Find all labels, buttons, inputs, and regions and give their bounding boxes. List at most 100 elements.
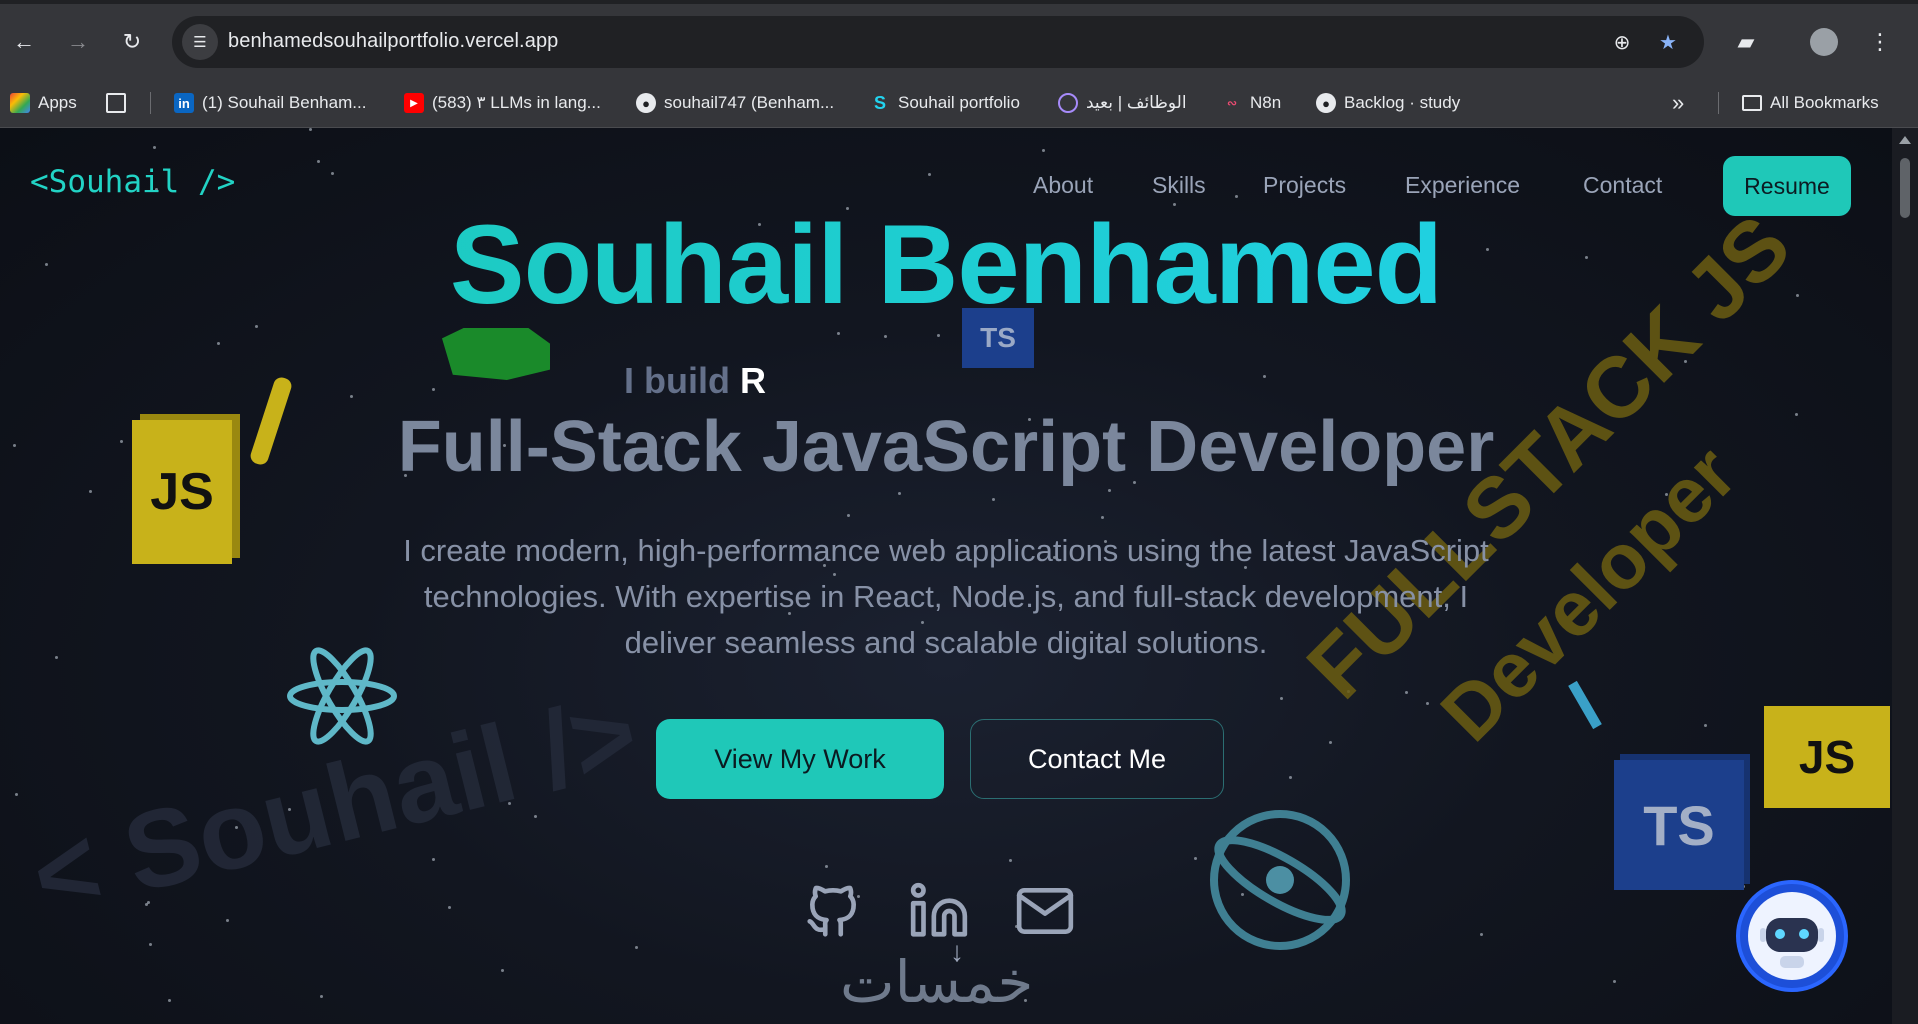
linkedin-icon: in — [174, 93, 194, 113]
tab-strip-edge — [0, 0, 1918, 4]
star-dot — [1280, 697, 1283, 700]
all-bookmarks-folder[interactable]: All Bookmarks — [1742, 92, 1879, 114]
reload-icon[interactable]: ↻ — [116, 26, 148, 58]
orbit-sphere-icon — [1210, 810, 1350, 950]
page-scrollbar[interactable] — [1892, 128, 1918, 1024]
star-dot — [1101, 516, 1104, 519]
nav-experience[interactable]: Experience — [1405, 172, 1520, 199]
bookmark-label: Backlog · study — [1344, 93, 1461, 112]
star-dot — [898, 492, 901, 495]
zoom-icon[interactable]: ⊕ — [1606, 26, 1638, 58]
url-text[interactable]: benhamedsouhailportfolio.vercel.app — [228, 30, 558, 53]
s-logo-icon: S — [873, 92, 886, 113]
star-dot — [1042, 149, 1045, 152]
bookmark-youtube[interactable]: ▶ (583) ٣ LLMs in lang... — [404, 92, 601, 114]
typing-char: R — [740, 360, 766, 401]
github-icon: ● — [636, 93, 656, 113]
react-atom-icon — [287, 647, 397, 745]
contact-me-button[interactable]: Contact Me — [970, 719, 1224, 799]
bookmark-grid[interactable] — [106, 92, 126, 114]
star-dot — [317, 160, 320, 163]
portfolio-page: < Souhail /> FULLSTACK JS Developer JS T… — [0, 128, 1892, 1024]
hero-bio: I create modern, high-performance web ap… — [403, 533, 1489, 660]
star-dot — [432, 388, 435, 391]
bookmark-linkedin[interactable]: in (1) Souhail Benham... — [174, 92, 366, 114]
js-label: JS — [1798, 731, 1856, 783]
typing-prefix: I build — [624, 360, 730, 401]
star-dot — [937, 334, 940, 337]
bookmark-label: Apps — [38, 93, 77, 112]
bookmark-label: All Bookmarks — [1770, 93, 1879, 112]
bookmark-label: الوظائف | بعيد — [1086, 93, 1187, 112]
nav-about[interactable]: About — [1033, 172, 1093, 199]
site-logo[interactable]: <Souhail /> — [30, 164, 235, 200]
star-dot — [168, 999, 171, 1002]
menu-kebab-icon[interactable]: ⋮ — [1864, 26, 1896, 58]
github-icon: ● — [1316, 93, 1336, 113]
hero-role: Full-Stack JavaScript Developer — [397, 407, 1495, 487]
chatbot-button[interactable] — [1736, 880, 1848, 992]
star-dot — [1405, 691, 1408, 694]
bookmark-apps[interactable]: Apps — [10, 92, 77, 114]
address-bar[interactable]: ☰ benhamedsouhailportfolio.vercel.app ⊕ … — [172, 16, 1704, 68]
ts-cube-bottom: TS — [1614, 760, 1744, 890]
github-icon[interactable] — [802, 880, 864, 942]
mail-icon[interactable] — [1014, 880, 1076, 942]
star-dot — [1235, 195, 1238, 198]
nav-contact[interactable]: Contact — [1583, 172, 1662, 199]
browser-toolbar: ← → ↻ ☰ benhamedsouhailportfolio.vercel.… — [0, 0, 1918, 84]
star-dot — [331, 172, 334, 175]
profile-avatar[interactable] — [1808, 26, 1840, 58]
star-dot — [226, 919, 229, 922]
bookmark-n8n[interactable]: ∾ N8n — [1222, 92, 1281, 114]
star-dot — [217, 342, 220, 345]
bookmark-label: Souhail portfolio — [898, 93, 1020, 112]
star-dot — [55, 656, 58, 659]
view-my-work-button[interactable]: View My Work — [656, 719, 944, 799]
bookmark-portfolio[interactable]: S Souhail portfolio — [870, 92, 1020, 114]
scrollbar-thumb[interactable] — [1900, 158, 1910, 218]
grid-icon — [106, 93, 126, 113]
robot-icon — [1748, 892, 1836, 980]
star-dot — [1194, 857, 1197, 860]
nav-skills[interactable]: Skills — [1152, 172, 1206, 199]
star-dot — [992, 498, 995, 501]
star-dot — [635, 946, 638, 949]
youtube-icon: ▶ — [404, 93, 424, 113]
bookmark-jobs[interactable]: الوظائف | بعيد — [1058, 92, 1187, 114]
star-dot — [89, 490, 92, 493]
scroll-up-arrow-icon[interactable] — [1899, 136, 1911, 144]
star-dot — [1263, 375, 1266, 378]
bookmark-separator — [150, 92, 151, 114]
star-dot — [884, 335, 887, 338]
star-dot — [320, 995, 323, 998]
bookmark-backlog[interactable]: ● Backlog · study — [1316, 92, 1460, 114]
green-hexagon-decor — [442, 328, 550, 380]
n8n-icon: ∾ — [1226, 96, 1238, 110]
star-dot — [448, 906, 451, 909]
bookmark-label: (583) ٣ LLMs in lang... — [432, 93, 601, 112]
extensions-icon[interactable]: ▰ — [1730, 26, 1762, 58]
star-dot — [153, 146, 156, 149]
bookmarks-bar: Apps in (1) Souhail Benham... ▶ (583) ٣ … — [0, 78, 1918, 128]
site-settings-icon[interactable]: ☰ — [182, 24, 218, 60]
back-icon[interactable]: ← — [8, 26, 40, 58]
nav-projects[interactable]: Projects — [1263, 172, 1346, 199]
bookmark-separator — [1718, 92, 1719, 114]
bookmark-github-profile[interactable]: ● souhail747 (Benham... — [636, 92, 834, 114]
forward-icon[interactable]: → — [62, 26, 94, 58]
bookmark-star-icon[interactable]: ★ — [1652, 26, 1684, 58]
apps-grid-icon — [10, 93, 30, 113]
star-dot — [309, 128, 312, 131]
star-dot — [1426, 702, 1429, 705]
star-dot — [1704, 724, 1707, 727]
star-dot — [1613, 980, 1616, 983]
linkedin-icon[interactable] — [908, 880, 970, 942]
bookmark-label: N8n — [1250, 93, 1282, 112]
js-cube-right: JS — [1764, 706, 1890, 808]
star-dot — [149, 943, 152, 946]
bookmarks-overflow-icon[interactable]: » — [1672, 90, 1684, 115]
star-dot — [847, 514, 850, 517]
star-dot — [350, 395, 353, 398]
blue-stick-decor — [1568, 680, 1602, 730]
